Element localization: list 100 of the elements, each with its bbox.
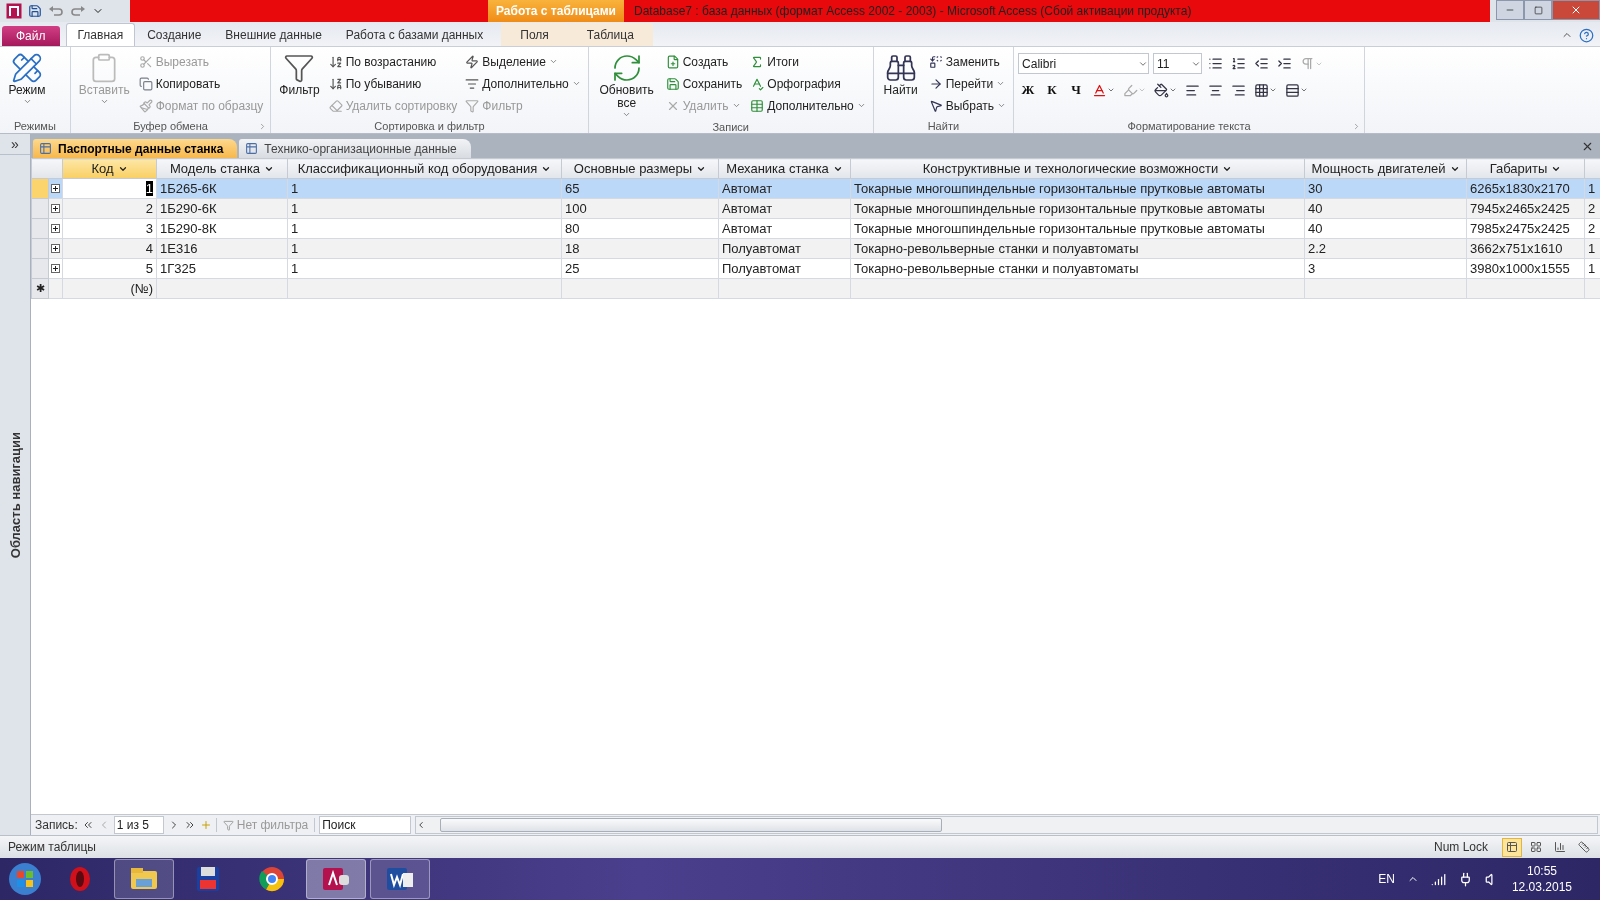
- column-header[interactable]: Мощность двигателей: [1304, 158, 1467, 179]
- file-tab[interactable]: Файл: [2, 26, 60, 46]
- redo-icon[interactable]: [70, 4, 86, 18]
- replace-icon: [928, 54, 943, 69]
- font-combo[interactable]: Calibri: [1018, 53, 1150, 74]
- funnel-icon: [222, 819, 234, 831]
- group-label: Найти: [927, 119, 960, 132]
- expand-icon[interactable]: [51, 224, 60, 233]
- record-position-field[interactable]: 1 из 5: [113, 816, 164, 834]
- format-button[interactable]: К: [1042, 80, 1063, 100]
- arrow-icon: [928, 76, 943, 91]
- taskbar-app[interactable]: [370, 859, 430, 899]
- ribbon-button[interactable]: Выделение: [462, 51, 584, 72]
- lightning-filter-icon: [465, 54, 480, 69]
- copy-icon: [138, 76, 153, 91]
- ribbon-button[interactable]: Выбрать: [925, 95, 1010, 116]
- save-icon[interactable]: [28, 4, 42, 18]
- caret-icon: [622, 110, 632, 119]
- font-combo[interactable]: 11: [1153, 53, 1203, 74]
- restore-icon: [1533, 5, 1543, 15]
- expand-pane-button[interactable]: »: [0, 134, 30, 155]
- expand-icon[interactable]: [51, 184, 60, 193]
- help-icon[interactable]: [1579, 27, 1594, 43]
- group-label: Сортировка и фильтр: [374, 119, 485, 132]
- ribbon-button[interactable]: Орфография: [747, 73, 869, 94]
- search-field[interactable]: Поиск: [319, 816, 412, 834]
- ribbon-tab[interactable]: Работа с базами данных: [333, 23, 496, 46]
- binoculars-icon: [884, 52, 917, 84]
- eraser-icon: [328, 98, 343, 113]
- table-cell: Токарно-револьверные станки и полуавтоматы: [850, 258, 1305, 279]
- ribbon-button[interactable]: Итоги: [747, 51, 869, 72]
- column-header[interactable]: Модель станка: [156, 158, 288, 179]
- expand-icon[interactable]: [51, 244, 60, 253]
- ribbon-button[interactable]: Сохранить: [662, 73, 746, 94]
- document-tab[interactable]: Технико-организационные данные: [239, 139, 471, 158]
- expand-icon[interactable]: [51, 204, 60, 213]
- network-icon[interactable]: [1430, 871, 1446, 887]
- ribbon-button[interactable]: Перейти: [925, 73, 1010, 94]
- ribbon-button[interactable]: Фильтр: [275, 50, 324, 99]
- view-button[interactable]: [1502, 837, 1522, 857]
- table-cell: Токарные многошпиндельные горизонтальные прутковые автоматы: [850, 178, 1305, 199]
- caret-icon: [731, 101, 741, 110]
- ribbon-tab[interactable]: Главная: [65, 23, 136, 46]
- caret-icon: [22, 97, 32, 106]
- ribbon-tab[interactable]: Создание: [135, 23, 214, 46]
- group-label: Буфер обмена: [133, 119, 208, 132]
- column-header[interactable]: Код: [62, 158, 157, 179]
- sort-descending-icon: [328, 76, 343, 91]
- close-icon: [1570, 4, 1582, 16]
- ribbon-button[interactable]: Режим: [4, 50, 50, 108]
- column-header[interactable]: Классификационный код оборудования: [287, 158, 562, 179]
- grid-view-icon: [1530, 841, 1542, 853]
- caret-icon: [996, 79, 1006, 88]
- new-file-icon: [665, 54, 680, 69]
- clock-time[interactable]: 10:55: [1526, 864, 1557, 878]
- undo-icon[interactable]: [48, 4, 64, 18]
- caret-icon: [99, 97, 109, 106]
- last-record-icon[interactable]: [183, 819, 196, 831]
- horizontal-scrollbar[interactable]: [415, 816, 1598, 834]
- table-icon: [750, 98, 765, 113]
- caret-icon: [856, 101, 866, 110]
- pencil-ruler-icon: [11, 52, 43, 84]
- expand-icon[interactable]: [51, 264, 60, 273]
- language-indicator[interactable]: EN: [1378, 872, 1395, 886]
- format-button[interactable]: Ж: [1018, 80, 1039, 100]
- taskbar-app[interactable]: [114, 859, 174, 899]
- ribbon-button[interactable]: Заменить: [925, 51, 1010, 72]
- table-cell: Токарные многошпиндельные горизонтальные прутковые автоматы: [850, 218, 1305, 239]
- ribbon-button[interactable]: Обновить все: [592, 50, 661, 121]
- column-header[interactable]: Габариты: [1466, 158, 1585, 179]
- chart-view-icon: [1554, 841, 1566, 853]
- ribbon-button[interactable]: По убыванию: [325, 73, 461, 94]
- clock-date[interactable]: 12.03.2015: [1511, 880, 1572, 894]
- ribbon-button[interactable]: Дополнительно: [747, 95, 869, 116]
- ribbon-button[interactable]: Создать: [662, 51, 746, 72]
- document-tab[interactable]: Паспортные данные станка: [33, 139, 238, 158]
- context-tab[interactable]: Таблица: [567, 23, 653, 46]
- format-button[interactable]: Ч: [1066, 80, 1087, 100]
- view-mode-text: Режим таблицы: [8, 840, 96, 854]
- column-header[interactable]: Механика станка: [718, 158, 851, 179]
- table-cell: Токарно-револьверные станки и полуавтоматы: [850, 238, 1305, 259]
- filter-list-icon: [465, 76, 480, 91]
- ribbon-button[interactable]: Копировать: [135, 73, 267, 94]
- word-processor-icon: [385, 865, 415, 893]
- record-label: Запись:: [35, 818, 78, 832]
- app-icon: [6, 3, 22, 19]
- spellcheck-icon: [750, 76, 765, 91]
- ribbon-tab[interactable]: Внешние данные: [213, 23, 334, 46]
- num-lock-indicator: Num Lock: [1433, 840, 1488, 854]
- column-header[interactable]: Конструктивные и технологические возможности: [850, 158, 1305, 179]
- column-header[interactable]: Основные размеры: [561, 158, 719, 179]
- group-label: Форматирование текста: [1127, 119, 1251, 132]
- ribbon-button[interactable]: По возрастанию: [325, 51, 461, 72]
- taskbar-app[interactable]: [306, 859, 366, 899]
- ribbon-button[interactable]: Дополнительно: [462, 73, 584, 94]
- context-tab[interactable]: Поля: [501, 23, 568, 46]
- save-icon: [665, 76, 680, 91]
- table-icon: [245, 142, 259, 155]
- navigation-pane-label[interactable]: Область навигации: [7, 431, 23, 559]
- ribbon-button[interactable]: Найти: [877, 50, 924, 99]
